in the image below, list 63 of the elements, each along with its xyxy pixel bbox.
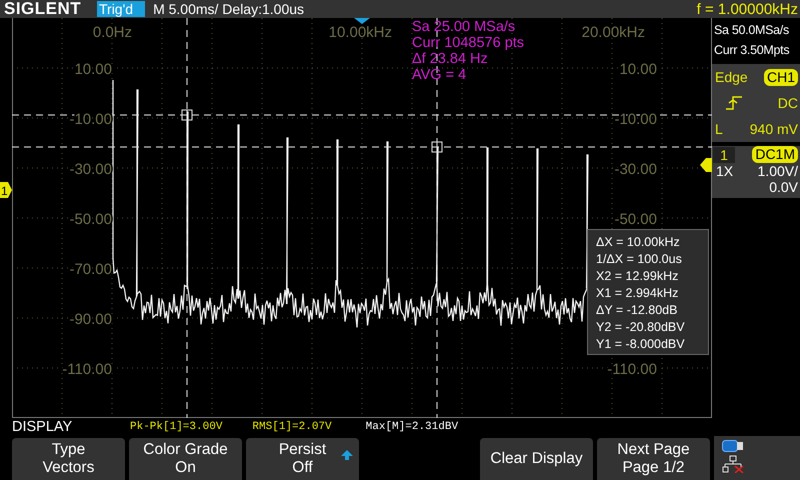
memory-depth-readout: Curr 3.50Mpts: [714, 42, 790, 59]
vertical-cursor-line[interactable]: [436, 18, 438, 418]
fft-info-text: Sa 25.00 MSa/s: [412, 19, 516, 35]
level-axis-label: -10.00: [614, 111, 657, 128]
channel-tab[interactable]: 1: [713, 146, 735, 162]
timebase-readout: M 5.00ms/ Delay:1.00us: [153, 1, 306, 17]
cursor-readout-text: ΔY = -12.80dB: [596, 302, 678, 319]
softkey-button[interactable]: Next Page Page 1/2: [597, 438, 710, 480]
sample-rate-readout: Sa 50.0MSa/s: [714, 22, 790, 39]
trigger-status: Trig'd: [97, 1, 146, 17]
trigger-coupling-label: DC: [778, 95, 798, 112]
level-axis-label: -50.00: [614, 211, 657, 228]
softkey-button[interactable]: Color Grade On: [129, 438, 242, 480]
measurement-readout: Max[M]=2.31dBV: [366, 421, 458, 433]
channel-coupling-badge: DC1M: [752, 146, 798, 163]
probe-ratio-label: 1X: [716, 163, 734, 179]
fft-info-text: Δf 23.84 Hz: [412, 51, 489, 67]
trigger-source-badge: CH1: [764, 68, 798, 86]
menu-title: DISPLAY: [11, 419, 74, 435]
cursor-readout-text: X1 = 2.994kHz: [596, 285, 680, 302]
vertical-cursor-line[interactable]: [186, 18, 188, 418]
level-axis-label: -10.00: [69, 111, 112, 128]
frequency-axis-label: 10.00kHz: [328, 24, 392, 41]
frequency-axis-label: 0.0Hz: [92, 24, 132, 41]
network-disconnected-icon: [722, 455, 744, 473]
level-axis-label: -110.00: [607, 361, 657, 378]
cursor-readout-text: X2 = 12.99kHz: [596, 268, 680, 285]
trigger-panel[interactable]: Edge CH1 DC L 940 mV: [712, 64, 800, 142]
vertical-scale-readout: 1.00V/: [758, 163, 798, 179]
cursor-readout-text: Y1 = -8.000dBV: [596, 336, 686, 353]
brand-logo: SIGLENT: [3, 0, 82, 19]
channel-panel[interactable]: 1 DC1M 1X 1.00V/ 0.0V: [712, 146, 800, 198]
trigger-type-label: Edge: [715, 69, 748, 86]
offset-readout: 0.0V: [769, 179, 798, 195]
level-axis-label: -70.00: [69, 261, 112, 278]
trigger-level-label: L: [715, 121, 723, 138]
frequency-axis-label: 20.00kHz: [582, 24, 645, 41]
level-axis-label: -50.00: [69, 211, 112, 228]
level-axis-label: 10.00: [619, 61, 657, 78]
cursor-marker-icon: [432, 142, 442, 152]
cursor-marker-icon: [182, 110, 192, 120]
fft-info-text: Curr 1048576 pts: [412, 35, 524, 51]
level-axis-label: 10.00: [74, 61, 112, 78]
level-axis-label: -90.00: [69, 311, 112, 328]
cursor-readout-text: ΔX = 10.00kHz: [596, 234, 681, 251]
softkey-button[interactable]: Persist Off: [246, 438, 359, 480]
softkey-button[interactable]: Clear Display: [480, 438, 593, 480]
trigger-level-readout: 940 mV: [750, 121, 798, 138]
cursor-readout-text: 1/ΔX = 100.0us: [596, 251, 683, 268]
cursor-readout-text: Y2 = -20.80dBV: [596, 319, 686, 336]
fft-info-text: AVG = 4: [412, 67, 468, 83]
frequency-readout: f = 1.00000kHz: [696, 0, 798, 18]
usb-drive-icon: [722, 440, 744, 452]
level-axis-label: -30.00: [614, 161, 657, 178]
horizontal-cursor-line[interactable]: [12, 146, 712, 148]
level-axis-label: -110.00: [62, 361, 112, 378]
measurement-readout: Pk-Pk[1]=3.00V: [130, 421, 222, 433]
measurement-readout: RMS[1]=2.07V: [252, 421, 332, 433]
channel-marker: 1: [0, 182, 12, 198]
rising-edge-icon: [725, 96, 743, 110]
softkey-button[interactable]: Type Vectors: [12, 438, 125, 480]
level-axis-label: -30.00: [69, 161, 112, 178]
horizontal-cursor-line[interactable]: [12, 114, 712, 116]
